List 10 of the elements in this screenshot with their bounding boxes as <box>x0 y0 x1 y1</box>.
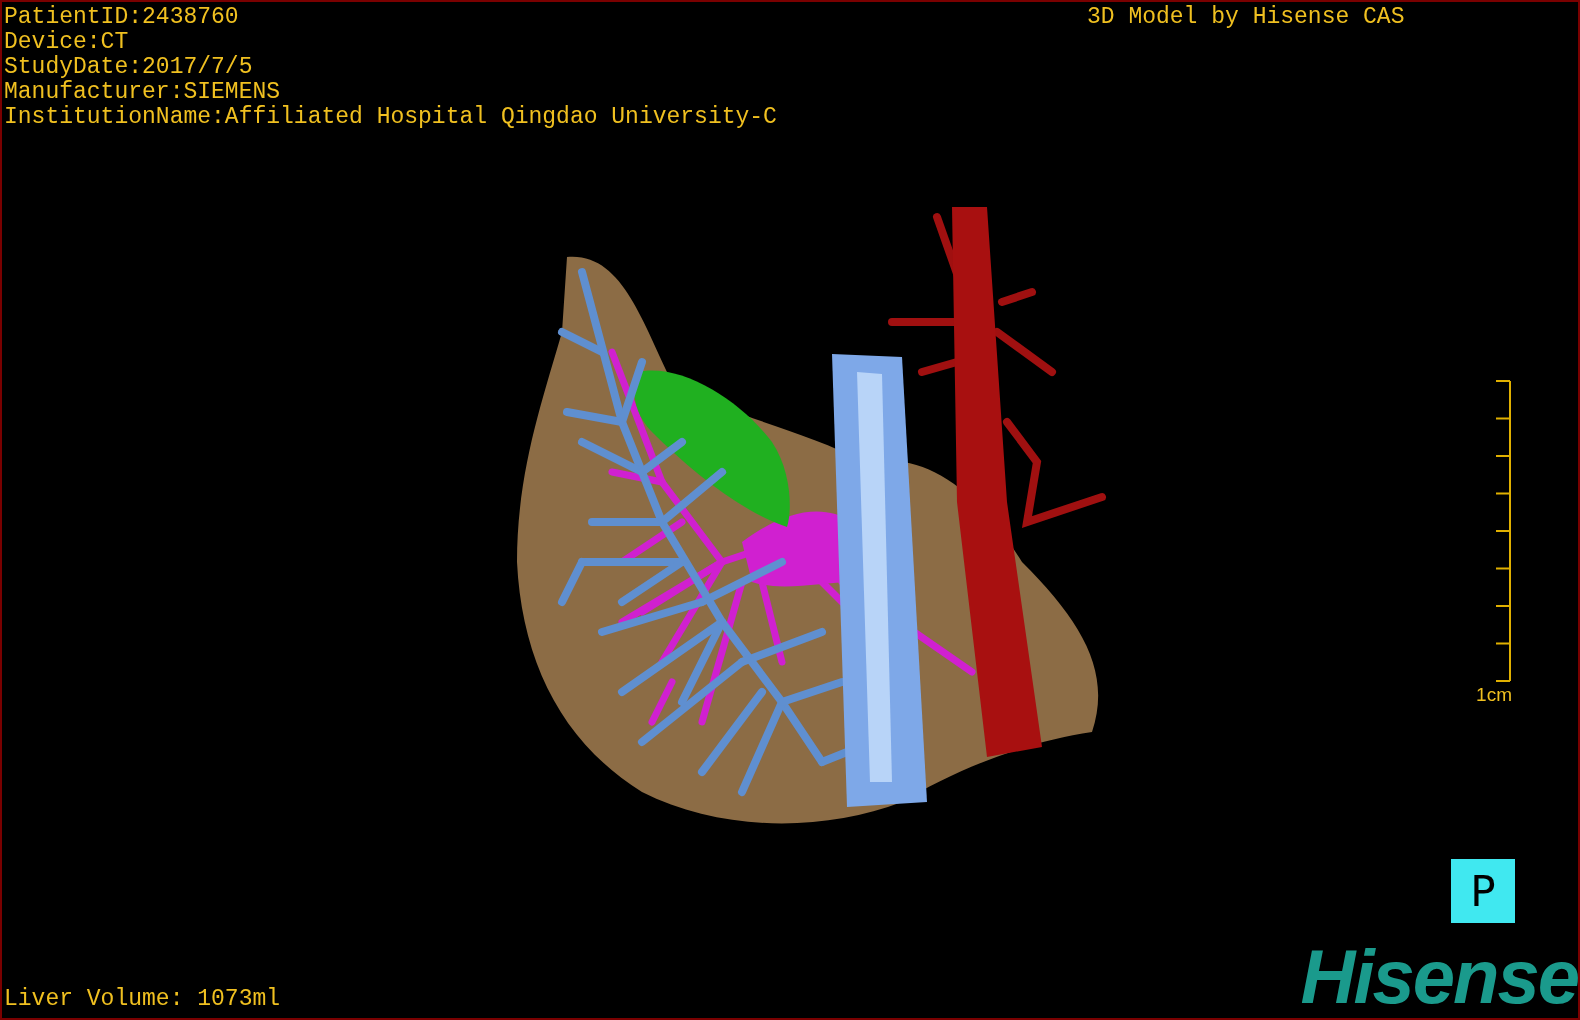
orientation-marker: P <box>1451 859 1515 923</box>
patient-info-line: PatientID:2438760 <box>4 5 240 30</box>
patient-info-line: InstitutionName:Affiliated Hospital Qingdao University-C <box>4 105 777 130</box>
model-credit: 3D Model by Hisense CAS <box>1087 5 1405 30</box>
patient-info-line: Manufacturer:SIEMENS <box>4 80 282 105</box>
patient-info-line: StudyDate:2017/7/5 <box>4 55 254 80</box>
patient-info-line: Device:CT <box>4 30 130 55</box>
logo: Hisense <box>1300 937 1578 1017</box>
scale-label: 1cm <box>1476 684 1512 706</box>
liver-volume: Liver Volume: 1073ml <box>4 987 281 1012</box>
